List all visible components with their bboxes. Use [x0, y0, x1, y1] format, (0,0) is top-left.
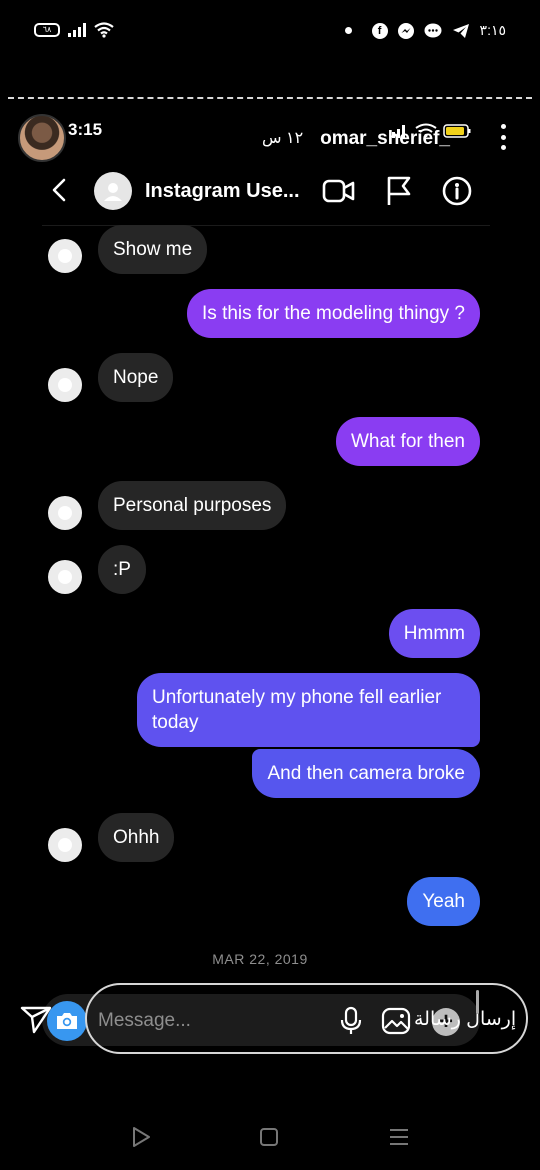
story-time-ago: ١٢ س [262, 130, 304, 147]
story-reply-field[interactable] [85, 983, 528, 1054]
user-placeholder-icon [58, 838, 72, 852]
flag-icon[interactable] [382, 174, 416, 208]
user-placeholder-icon [58, 570, 72, 584]
status-time: ٣:١٥ [479, 22, 506, 38]
signal-icon [68, 23, 86, 37]
battery-icon: ٦٨ [34, 23, 60, 37]
header-divider [42, 225, 490, 226]
send-icon[interactable] [20, 1004, 52, 1034]
user-placeholder-icon [58, 378, 72, 392]
nav-back-icon[interactable] [131, 1126, 151, 1148]
camera-button[interactable] [47, 1001, 87, 1041]
wifi-icon [94, 22, 114, 38]
message-received[interactable]: Nope [98, 353, 174, 402]
message-sent[interactable]: Is this for the modeling thingy ? [187, 289, 480, 338]
messenger-icon [397, 22, 414, 39]
message-sent[interactable]: Unfortunately my phone fell earlier toda… [137, 673, 480, 747]
divider [8, 97, 532, 99]
nav-home-icon[interactable] [260, 1128, 278, 1146]
sender-avatar[interactable] [48, 368, 82, 402]
sender-avatar[interactable] [48, 496, 82, 530]
sender-avatar[interactable] [48, 828, 82, 862]
date-stamp: MAR 22, 2019 [212, 951, 308, 967]
more-options-icon[interactable] [494, 124, 512, 150]
sender-avatar[interactable] [48, 560, 82, 594]
user-placeholder-icon [58, 506, 72, 520]
scroll-indicator [476, 990, 479, 1014]
chat-title[interactable]: Instagram Use... [145, 180, 300, 203]
message-received[interactable]: Show me [98, 225, 208, 274]
camera-icon [57, 1013, 77, 1029]
facebook-icon: f [371, 22, 388, 39]
chat-bubble-icon [424, 23, 442, 37]
info-icon[interactable] [440, 174, 474, 208]
sender-avatar[interactable] [48, 239, 82, 273]
user-placeholder-icon [104, 183, 122, 201]
notification-dot-icon [344, 27, 352, 34]
back-arrow-icon[interactable] [48, 178, 72, 202]
status-left: ٦٨ [34, 22, 114, 38]
telegram-icon [452, 23, 469, 38]
story-time: 3:15 [68, 120, 103, 139]
message-received[interactable]: :P [98, 545, 146, 594]
nav-menu-icon[interactable] [389, 1128, 409, 1146]
message-sent[interactable]: Yeah [407, 877, 480, 926]
message-sent[interactable]: What for then [335, 417, 480, 466]
status-right: f ٣:١٥ [344, 22, 506, 39]
message-sent[interactable]: Hmmm [388, 609, 480, 658]
story-avatar[interactable] [18, 114, 66, 162]
user-placeholder-icon [58, 249, 72, 263]
video-call-icon[interactable] [322, 174, 356, 208]
overlay-status-icons [392, 123, 471, 138]
message-sent[interactable]: And then camera broke [252, 749, 480, 798]
chat-avatar[interactable] [94, 172, 132, 210]
message-received[interactable]: Ohhh [98, 813, 175, 862]
message-received[interactable]: Personal purposes [98, 481, 287, 530]
